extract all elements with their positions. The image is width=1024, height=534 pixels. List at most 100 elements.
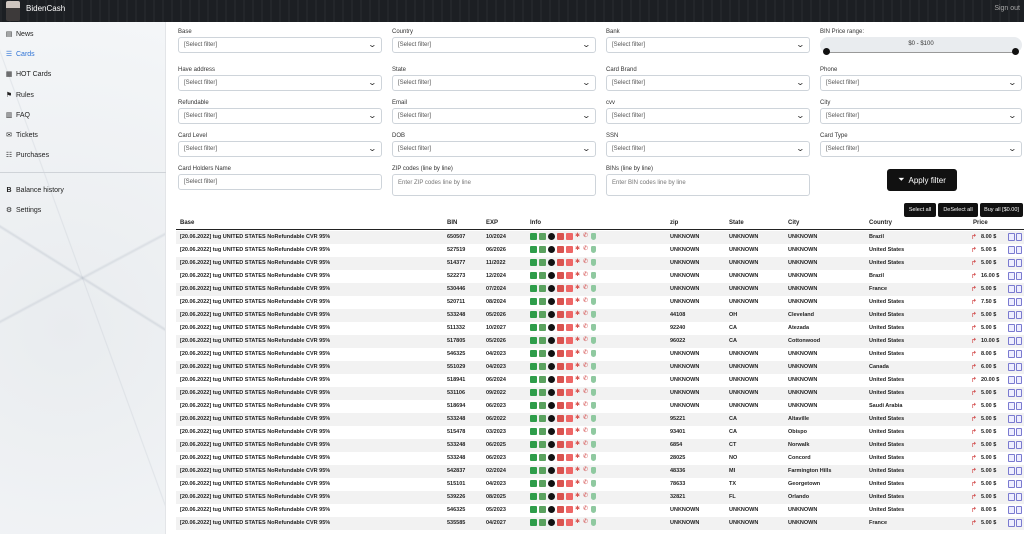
table-row[interactable]: [20.06.2022] tug UNITED STATES NoRefunda… [176, 361, 1024, 374]
add-to-cart-checkbox[interactable] [1008, 259, 1015, 267]
share-icon[interactable]: ↱ [971, 402, 977, 410]
select-row-checkbox[interactable] [1016, 493, 1022, 501]
table-row[interactable]: [20.06.2022] tug UNITED STATES NoRefunda… [176, 335, 1024, 348]
share-icon[interactable]: ↱ [971, 259, 977, 267]
bins-textarea[interactable]: Enter BIN codes line by line [606, 174, 810, 196]
select-row-checkbox[interactable] [1016, 272, 1022, 280]
add-to-cart-checkbox[interactable] [1008, 480, 1015, 488]
select-row-checkbox[interactable] [1016, 506, 1022, 514]
table-row[interactable]: [20.06.2022] tug UNITED STATES NoRefunda… [176, 231, 1024, 244]
share-icon[interactable]: ↱ [971, 480, 977, 488]
filter-email-select[interactable]: [Select filter] ⌄ [392, 108, 596, 124]
select-row-checkbox[interactable] [1016, 454, 1022, 462]
zip-codes-textarea[interactable]: Enter ZIP codes line by line [392, 174, 596, 196]
select-row-checkbox[interactable] [1016, 480, 1022, 488]
share-icon[interactable]: ↱ [971, 441, 977, 449]
share-icon[interactable]: ↱ [971, 363, 977, 371]
sidebar-item-hot-cards[interactable]: ▦ HOT Cards [5, 70, 52, 80]
filter-card-level-select[interactable]: [Select filter] ⌄ [178, 141, 382, 157]
add-to-cart-checkbox[interactable] [1008, 298, 1015, 306]
filter-state-select[interactable]: [Select filter] ⌄ [392, 75, 596, 91]
add-to-cart-checkbox[interactable] [1008, 376, 1015, 384]
add-to-cart-checkbox[interactable] [1008, 389, 1015, 397]
add-to-cart-checkbox[interactable] [1008, 337, 1015, 345]
table-row[interactable]: [20.06.2022] tug UNITED STATES NoRefunda… [176, 257, 1024, 270]
table-row[interactable]: [20.06.2022] tug UNITED STATES NoRefunda… [176, 517, 1024, 530]
select-row-checkbox[interactable] [1016, 519, 1022, 527]
add-to-cart-checkbox[interactable] [1008, 454, 1015, 462]
filter-bank-select[interactable]: [Select filter] ⌄ [606, 37, 810, 53]
add-to-cart-checkbox[interactable] [1008, 519, 1015, 527]
share-icon[interactable]: ↱ [971, 246, 977, 254]
share-icon[interactable]: ↱ [971, 337, 977, 345]
share-icon[interactable]: ↱ [971, 428, 977, 436]
table-row[interactable]: [20.06.2022] tug UNITED STATES NoRefunda… [176, 283, 1024, 296]
table-row[interactable]: [20.06.2022] tug UNITED STATES NoRefunda… [176, 452, 1024, 465]
add-to-cart-checkbox[interactable] [1008, 467, 1015, 475]
select-all-button[interactable]: Select all [904, 203, 936, 217]
select-row-checkbox[interactable] [1016, 259, 1022, 267]
share-icon[interactable]: ↱ [971, 324, 977, 332]
add-to-cart-checkbox[interactable] [1008, 272, 1015, 280]
table-row[interactable]: [20.06.2022] tug UNITED STATES NoRefunda… [176, 413, 1024, 426]
filter-have-address-select[interactable]: [Select filter] ⌄ [178, 75, 382, 91]
select-row-checkbox[interactable] [1016, 311, 1022, 319]
share-icon[interactable]: ↱ [971, 454, 977, 462]
add-to-cart-checkbox[interactable] [1008, 350, 1015, 358]
table-row[interactable]: [20.06.2022] tug UNITED STATES NoRefunda… [176, 426, 1024, 439]
add-to-cart-checkbox[interactable] [1008, 363, 1015, 371]
brand-name[interactable]: BidenCash [26, 4, 65, 13]
sidebar-item-faq[interactable]: ▥ FAQ [5, 111, 30, 121]
share-icon[interactable]: ↱ [971, 389, 977, 397]
table-row[interactable]: [20.06.2022] tug UNITED STATES NoRefunda… [176, 374, 1024, 387]
select-row-checkbox[interactable] [1016, 389, 1022, 397]
sign-out-link[interactable]: Sign out [994, 5, 1020, 12]
share-icon[interactable]: ↱ [971, 467, 977, 475]
add-to-cart-checkbox[interactable] [1008, 324, 1015, 332]
filter-base-select[interactable]: [Select filter] ⌄ [178, 37, 382, 53]
share-icon[interactable]: ↱ [971, 298, 977, 306]
filter-ssn-select[interactable]: [Select filter] ⌄ [606, 141, 810, 157]
sidebar-item-cards[interactable]: ☰ Cards [5, 50, 35, 60]
bin-price-range-slider[interactable]: $0 - $100 [820, 37, 1022, 55]
filter-phone-select[interactable]: [Select filter] ⌄ [820, 75, 1022, 91]
select-row-checkbox[interactable] [1016, 415, 1022, 423]
filter-cvv-select[interactable]: [Select filter] ⌄ [606, 108, 810, 124]
select-row-checkbox[interactable] [1016, 337, 1022, 345]
table-row[interactable]: [20.06.2022] tug UNITED STATES NoRefunda… [176, 244, 1024, 257]
deselect-all-button[interactable]: DeSelect all [938, 203, 978, 217]
share-icon[interactable]: ↱ [971, 233, 977, 241]
sidebar-item-news[interactable]: ▤ News [5, 30, 34, 40]
table-row[interactable]: [20.06.2022] tug UNITED STATES NoRefunda… [176, 478, 1024, 491]
share-icon[interactable]: ↱ [971, 350, 977, 358]
add-to-cart-checkbox[interactable] [1008, 428, 1015, 436]
table-row[interactable]: [20.06.2022] tug UNITED STATES NoRefunda… [176, 504, 1024, 517]
filter-dob-select[interactable]: [Select filter] ⌄ [392, 141, 596, 157]
table-row[interactable]: [20.06.2022] tug UNITED STATES NoRefunda… [176, 309, 1024, 322]
add-to-cart-checkbox[interactable] [1008, 441, 1015, 449]
table-row[interactable]: [20.06.2022] tug UNITED STATES NoRefunda… [176, 400, 1024, 413]
add-to-cart-checkbox[interactable] [1008, 246, 1015, 254]
table-row[interactable]: [20.06.2022] tug UNITED STATES NoRefunda… [176, 270, 1024, 283]
select-row-checkbox[interactable] [1016, 298, 1022, 306]
select-row-checkbox[interactable] [1016, 428, 1022, 436]
table-row[interactable]: [20.06.2022] tug UNITED STATES NoRefunda… [176, 491, 1024, 504]
table-row[interactable]: [20.06.2022] tug UNITED STATES NoRefunda… [176, 439, 1024, 452]
select-row-checkbox[interactable] [1016, 350, 1022, 358]
select-row-checkbox[interactable] [1016, 285, 1022, 293]
sidebar-item-tickets[interactable]: ✉ Tickets [5, 131, 38, 141]
table-row[interactable]: [20.06.2022] tug UNITED STATES NoRefunda… [176, 387, 1024, 400]
select-row-checkbox[interactable] [1016, 233, 1022, 241]
share-icon[interactable]: ↱ [971, 272, 977, 280]
share-icon[interactable]: ↱ [971, 376, 977, 384]
share-icon[interactable]: ↱ [971, 493, 977, 501]
table-row[interactable]: [20.06.2022] tug UNITED STATES NoRefunda… [176, 465, 1024, 478]
filter-city-select[interactable]: [Select filter] ⌄ [820, 108, 1022, 124]
share-icon[interactable]: ↱ [971, 285, 977, 293]
select-row-checkbox[interactable] [1016, 246, 1022, 254]
share-icon[interactable]: ↱ [971, 311, 977, 319]
filter-holders-name-select[interactable]: [Select filter] [178, 174, 382, 190]
select-row-checkbox[interactable] [1016, 402, 1022, 410]
add-to-cart-checkbox[interactable] [1008, 285, 1015, 293]
select-row-checkbox[interactable] [1016, 467, 1022, 475]
